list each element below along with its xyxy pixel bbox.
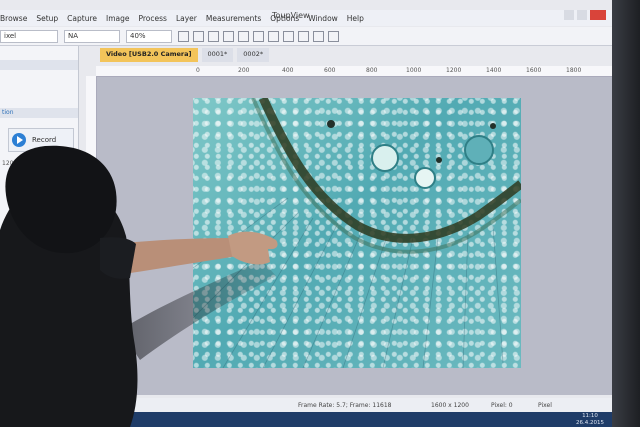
- menu-item-capture[interactable]: Capture: [67, 14, 97, 23]
- vertical-ruler: [86, 76, 97, 396]
- tab-video[interactable]: Video [USB2.0 Camera]: [100, 48, 198, 62]
- dark-spot: [490, 123, 496, 129]
- ruler-tick: 1800: [566, 67, 582, 74]
- hand-tool-icon[interactable]: [193, 30, 204, 42]
- left-panel: tion Record 1200: [0, 46, 79, 406]
- rectangle-tool-icon[interactable]: [238, 30, 249, 42]
- text-tool-icon[interactable]: [298, 30, 309, 42]
- dark-spot: [436, 157, 442, 163]
- status-bar: Frame Rate: 5.7; Frame: 11618 1600 x 120…: [96, 398, 612, 412]
- resolution-readout: 1600 x 1200: [431, 402, 469, 409]
- ruler-tick: 0: [196, 67, 200, 74]
- menu-item-image[interactable]: Image: [106, 14, 130, 23]
- frame-info: Frame Rate: 5.7; Frame: 11618: [298, 402, 392, 409]
- dark-spot: [327, 120, 335, 128]
- magnification-select[interactable]: NA: [64, 29, 120, 43]
- ruler-tick: 1200: [446, 67, 462, 74]
- vessel-cell: [371, 144, 399, 172]
- taskbar-clock: 11:10 26.4.2015: [576, 413, 604, 426]
- app-title: ToupView: [272, 11, 310, 20]
- menu-item-window[interactable]: Window: [308, 14, 338, 23]
- ruler-tick: 800: [366, 67, 378, 74]
- pixel-readout: Pixel: 0: [491, 402, 513, 409]
- tab-0002[interactable]: 0002*: [237, 48, 270, 62]
- menu-item-layer[interactable]: Layer: [176, 14, 197, 23]
- projected-screen: Browse Setup Capture Image Process Layer…: [0, 0, 612, 427]
- pointer-tool-icon[interactable]: [208, 30, 219, 42]
- window-controls: [561, 10, 606, 20]
- document-tabs: Video [USB2.0 Camera] 0001* 0002*: [100, 48, 273, 62]
- maximize-button[interactable]: [577, 10, 587, 20]
- star-tool-icon[interactable]: [313, 30, 324, 42]
- panel-section-label: tion: [2, 109, 14, 116]
- menu-item-measurements[interactable]: Measurements: [206, 14, 261, 23]
- unit-select[interactable]: ixel: [0, 29, 58, 43]
- clock-date: 26.4.2015: [576, 419, 604, 426]
- microscope-image: [193, 98, 521, 368]
- cambium-ring: [251, 98, 521, 254]
- resolution-label: 1200: [2, 160, 18, 167]
- minimize-button[interactable]: [564, 10, 574, 20]
- close-button[interactable]: [590, 10, 606, 20]
- ruler-tick: 600: [324, 67, 336, 74]
- wall-edge: [612, 0, 640, 427]
- record-button[interactable]: Record: [8, 128, 74, 152]
- ruler-tick: 400: [282, 67, 294, 74]
- vessel-cell: [464, 135, 494, 165]
- zoom-select[interactable]: 40%: [126, 29, 172, 43]
- palette-icon[interactable]: [328, 30, 339, 42]
- tab-0001[interactable]: 0001*: [201, 48, 234, 62]
- unit-readout: Pixel: [538, 402, 552, 409]
- horizontal-ruler: 0 200 400 600 800 1000 1200 1400 1600 18…: [96, 66, 612, 77]
- angle-tool-icon[interactable]: [283, 30, 294, 42]
- polygon-tool-icon[interactable]: [268, 30, 279, 42]
- menu-item-help[interactable]: Help: [347, 14, 364, 23]
- menu-item-process[interactable]: Process: [138, 14, 166, 23]
- ruler-tick: 1600: [526, 67, 542, 74]
- line-tool-icon[interactable]: [223, 30, 234, 42]
- menu-item-browse[interactable]: Browse: [0, 14, 27, 23]
- ruler-tick: 1000: [406, 67, 422, 74]
- ruler-tick: 1400: [486, 67, 502, 74]
- ellipse-tool-icon[interactable]: [253, 30, 264, 42]
- menu-item-setup[interactable]: Setup: [36, 14, 58, 23]
- record-button-label: Record: [32, 136, 57, 144]
- toolbar: ixel NA 40%: [0, 27, 612, 46]
- taskbar: 11:10 26.4.2015: [0, 412, 612, 427]
- select-tool-icon[interactable]: [178, 30, 189, 42]
- panel-header: [0, 60, 78, 70]
- vessel-cell: [414, 167, 436, 189]
- record-icon: [12, 133, 26, 147]
- ruler-tick: 200: [238, 67, 250, 74]
- plant-stem-cross-section: [193, 98, 521, 368]
